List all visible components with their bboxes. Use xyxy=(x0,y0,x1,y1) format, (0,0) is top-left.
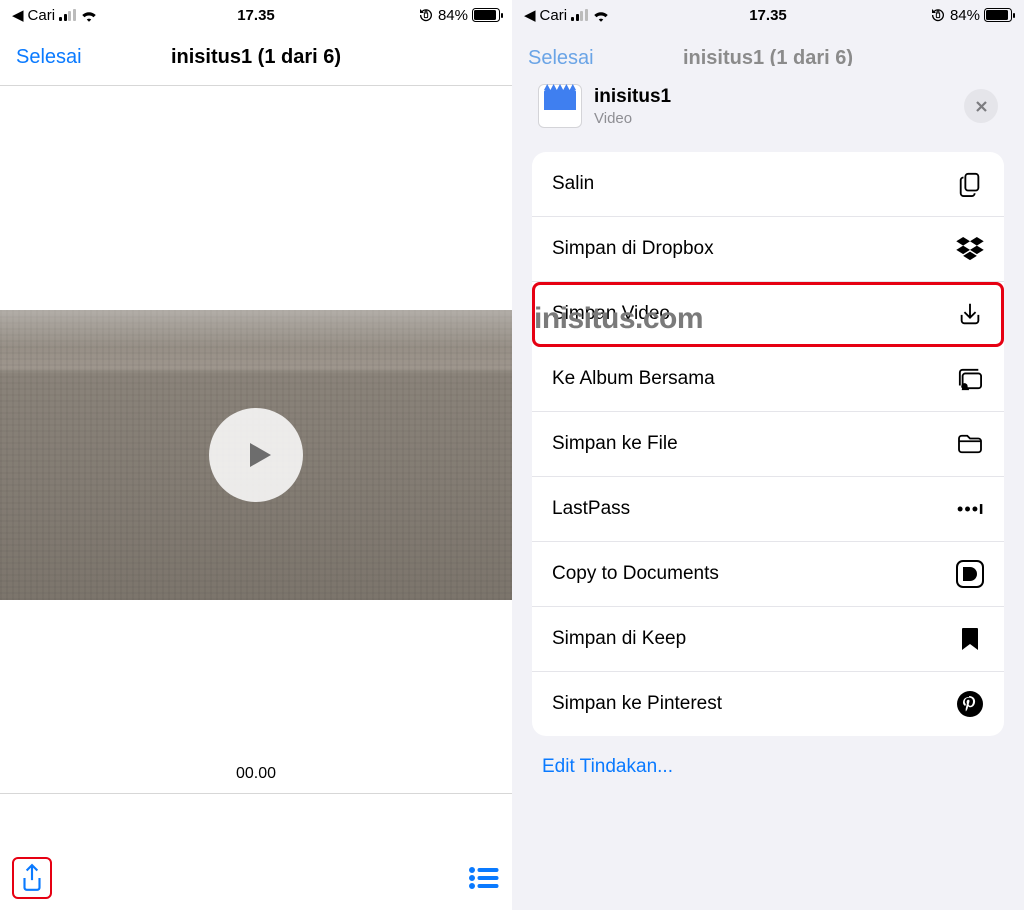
share-action-label: Salin xyxy=(552,173,594,195)
video-thumbnail[interactable] xyxy=(0,310,512,600)
share-action-documents-app[interactable]: Copy to Documents xyxy=(532,542,1004,607)
status-bar: ◀ Cari 17.35 84% xyxy=(512,0,1024,30)
share-action-label: Simpan Video xyxy=(552,303,670,325)
share-action-label: Ke Album Bersama xyxy=(552,368,715,390)
share-action-shared-album[interactable]: Ke Album Bersama xyxy=(532,347,1004,412)
file-type-icon xyxy=(538,84,582,128)
battery-pct: 84% xyxy=(438,7,468,24)
battery-icon xyxy=(472,8,500,22)
close-button[interactable] xyxy=(964,89,998,123)
cellular-signal-icon xyxy=(571,9,588,21)
folder-icon xyxy=(956,430,984,458)
edit-actions-link[interactable]: Edit Tindakan... xyxy=(532,736,1004,778)
shared-album-icon xyxy=(956,365,984,393)
share-action-dropbox[interactable]: Simpan di Dropbox xyxy=(532,217,1004,282)
screenshot-left: ◀ Cari 17.35 84% Selesai inisitus1 (1 da… xyxy=(0,0,512,910)
status-bar: ◀ Cari 17.35 84% xyxy=(0,0,512,30)
orientation-lock-icon xyxy=(930,7,946,23)
back-caret-icon[interactable]: ◀ xyxy=(524,6,536,24)
back-caret-icon[interactable]: ◀ xyxy=(12,6,24,24)
share-action-pinterest[interactable]: Simpan ke Pinterest xyxy=(532,672,1004,736)
share-action-lastpass[interactable]: LastPass xyxy=(532,477,1004,542)
share-action-label: LastPass xyxy=(552,498,630,520)
bookmark-icon xyxy=(956,625,984,653)
video-time: 00.00 xyxy=(0,765,512,783)
lastpass-icon xyxy=(956,495,984,523)
battery-pct: 84% xyxy=(950,7,980,24)
share-action-label: Copy to Documents xyxy=(552,563,719,585)
share-action-bookmark[interactable]: Simpan di Keep xyxy=(532,607,1004,672)
share-button[interactable] xyxy=(12,857,52,899)
dropbox-icon xyxy=(956,235,984,263)
copy-icon xyxy=(956,170,984,198)
battery-icon xyxy=(984,8,1012,22)
list-button[interactable] xyxy=(468,864,500,892)
share-item-name: inisitus1 xyxy=(594,86,952,108)
share-action-label: Simpan di Dropbox xyxy=(552,238,714,260)
screenshot-right: ◀ Cari 17.35 84% Selesai inisitus1 (1 da… xyxy=(512,0,1024,910)
wifi-icon xyxy=(80,8,98,22)
share-action-download[interactable]: Simpan Video xyxy=(532,282,1004,347)
back-app-label[interactable]: Cari xyxy=(28,7,56,24)
share-action-folder[interactable]: Simpan ke File xyxy=(532,412,1004,477)
nav-header: Selesai inisitus1 (1 dari 6) xyxy=(0,30,512,86)
pinterest-icon xyxy=(956,690,984,718)
play-button[interactable] xyxy=(209,408,303,502)
wifi-icon xyxy=(592,8,610,22)
share-action-label: Simpan ke Pinterest xyxy=(552,693,722,715)
share-action-label: Simpan di Keep xyxy=(552,628,686,650)
share-actions-list: Salin Simpan di Dropbox Simpan Video Ke Alb… xyxy=(532,152,1004,736)
bottom-toolbar xyxy=(0,846,512,910)
done-button[interactable]: Selesai xyxy=(16,46,82,69)
orientation-lock-icon xyxy=(418,7,434,23)
share-sheet: inisitus1 Video Salin Simpan di Dropbox Si… xyxy=(520,66,1016,910)
back-app-label[interactable]: Cari xyxy=(540,7,568,24)
download-icon xyxy=(956,300,984,328)
share-item-kind: Video xyxy=(594,110,952,127)
share-action-copy[interactable]: Salin xyxy=(532,152,1004,217)
share-action-label: Simpan ke File xyxy=(552,433,678,455)
documents-app-icon xyxy=(956,560,984,588)
cellular-signal-icon xyxy=(59,9,76,21)
